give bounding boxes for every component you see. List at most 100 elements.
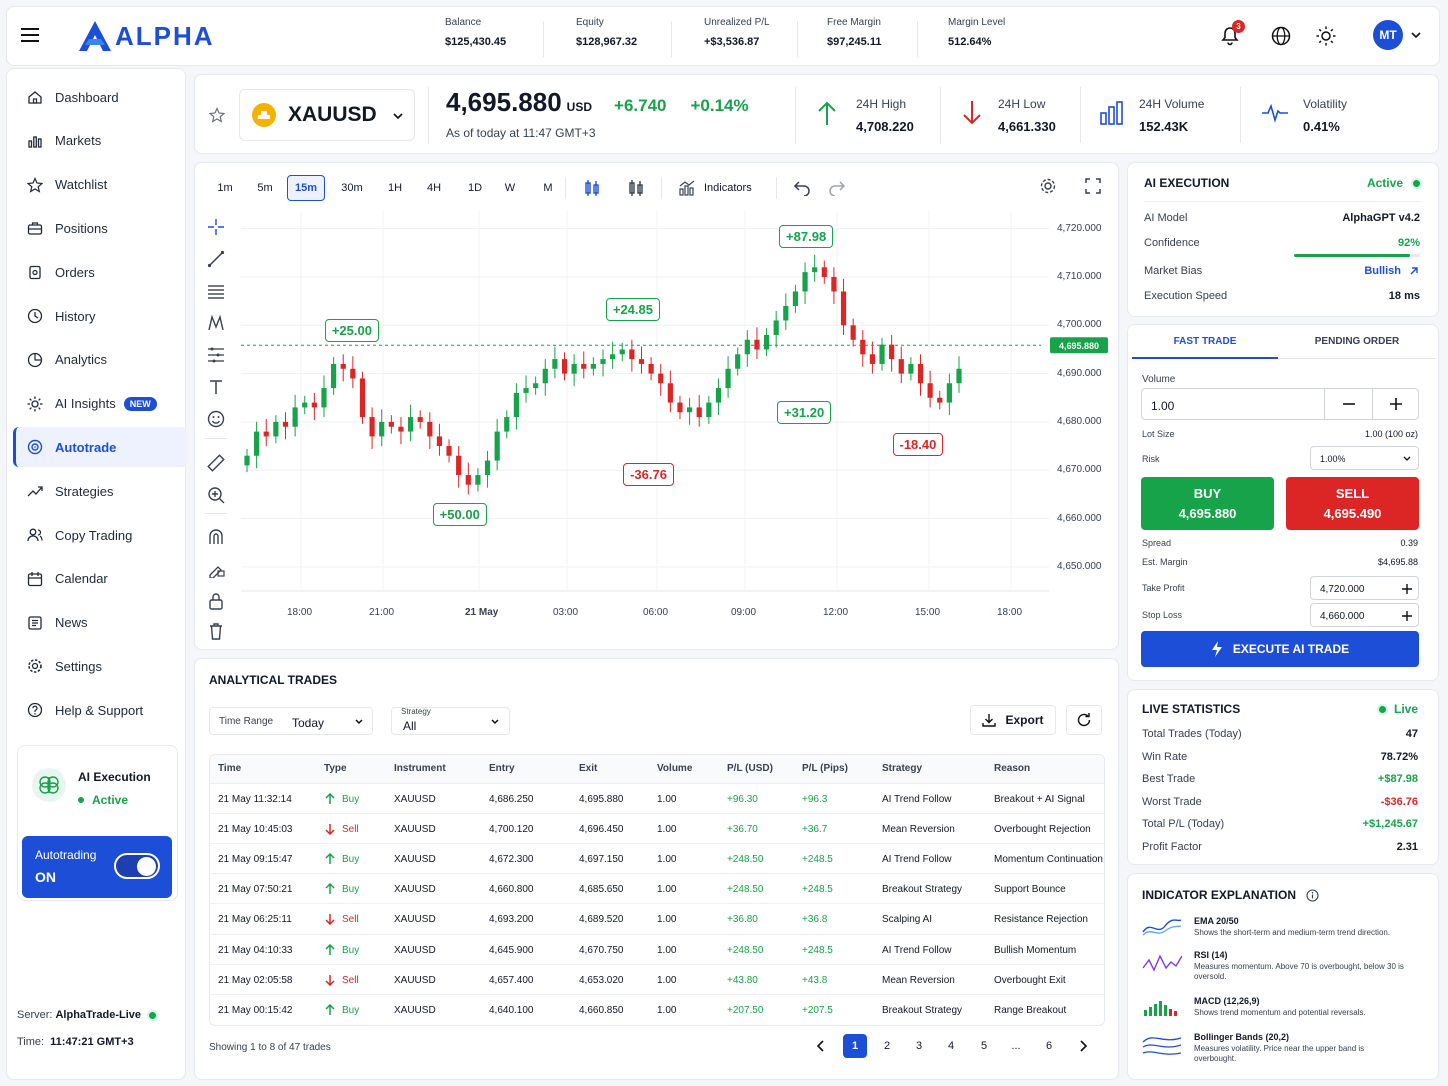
magnet-icon[interactable] [205,526,227,548]
trade-pl-callout[interactable]: -36.76 [623,463,674,487]
table-row[interactable]: 21 May 00:15:42 Buy XAUUSD 4,640.100 4,660.8… [210,993,1104,1024]
table-row[interactable]: 21 May 07:50:21 Buy XAUUSD 4,660.800 4,685.6… [210,873,1104,903]
notification-button[interactable]: 3 [1219,20,1245,50]
sidebar-item-calendar[interactable]: Calendar [13,559,187,599]
trade-pl-callout[interactable]: -18.40 [892,433,944,457]
timeframe-m[interactable]: M [536,175,560,201]
sidebar-item-positions[interactable]: Positions [13,208,187,248]
horizontal-lines-tool-icon[interactable] [205,280,227,302]
table-row[interactable]: 21 May 10:45:03 Sell XAUUSD 4,700.120 4,696.… [210,813,1104,843]
ruler-tool-icon[interactable] [205,452,227,474]
sell-button[interactable]: SELL 4,695.490 [1286,477,1419,530]
trade-pl-callout[interactable]: +31.20 [777,400,832,424]
strategy-filter[interactable]: Strategy All [391,707,510,735]
tab-fast-trade[interactable]: FAST TRADE [1132,325,1278,359]
volume-input[interactable]: 1.00 [1151,399,1174,413]
symbol-selector[interactable]: XAUUSD [239,89,415,141]
info-icon[interactable] [1306,888,1319,902]
column-header[interactable]: Type [324,763,347,774]
sidebar-item-autotrade[interactable]: Autotrade [13,427,187,468]
volume-decrease-button[interactable] [1325,389,1372,419]
lock-drawing-icon[interactable] [205,558,227,580]
lock-icon[interactable] [205,590,227,612]
page-button[interactable]: 4 [939,1034,963,1058]
fullscreen-icon[interactable] [1084,177,1102,198]
sidebar-item-settings[interactable]: Settings [13,646,187,686]
tab-pending-order[interactable]: PENDING ORDER [1278,325,1436,359]
stop-loss-field[interactable]: 4,660.000 [1310,603,1419,627]
page-button[interactable]: 6 [1037,1034,1061,1058]
autotrading-toggle[interactable]: Autotrading ON [22,836,172,898]
take-profit-field[interactable]: 4,720.000 [1310,576,1419,600]
trade-pl-callout[interactable]: +87.98 [779,225,834,249]
timeframe-4h[interactable]: 4H [420,175,448,201]
timeframe-1h[interactable]: 1H [382,175,408,201]
trade-pl-callout[interactable]: +24.85 [605,297,660,321]
sidebar-item-ai-insights[interactable]: AI Insights NEW [13,384,187,424]
menu-icon[interactable] [21,27,41,46]
risk-select[interactable]: 1.00% [1310,446,1419,470]
page-button[interactable]: 1 [843,1034,867,1058]
column-header[interactable]: P/L (USD) [727,763,773,774]
timeframe-1d[interactable]: 1D [461,175,489,201]
pattern-tool-icon[interactable] [205,312,227,334]
table-row[interactable]: 21 May 02:05:58 Sell XAUUSD 4,657.400 4,653.… [210,963,1104,994]
undo-icon[interactable] [793,178,811,199]
language-button[interactable] [1270,25,1292,50]
emoji-tool-icon[interactable] [205,408,227,430]
prev-page-button[interactable] [809,1034,833,1058]
bar-type-icon[interactable] [627,178,645,201]
page-button[interactable]: ... [1004,1034,1028,1058]
column-header[interactable]: Reason [994,763,1030,774]
column-header[interactable]: Strategy [882,763,922,774]
page-button[interactable]: 2 [875,1034,899,1058]
table-row[interactable]: 21 May 06:25:11 Sell XAUUSD 4,693.200 4,689.… [210,903,1104,933]
sidebar-item-help-support[interactable]: Help & Support [13,690,187,730]
crosshair-tool-icon[interactable] [205,216,227,238]
indicators-button[interactable]: Indicators [679,177,752,199]
table-row[interactable]: 21 May 04:10:33 Buy XAUUSD 4,645.900 4,670.7… [210,933,1104,964]
sidebar-item-analytics[interactable]: Analytics [13,340,187,380]
timeframe-w[interactable]: W [499,175,521,201]
plus-icon[interactable] [1402,611,1412,621]
timeframe-15m[interactable]: 15m [287,175,325,201]
sidebar-item-watchlist[interactable]: Watchlist [13,165,187,205]
page-button[interactable]: 3 [907,1034,931,1058]
zoom-in-icon[interactable] [205,484,227,506]
timeframe-1m[interactable]: 1m [209,175,241,201]
redo-icon[interactable] [828,178,846,199]
trade-pl-callout[interactable]: +50.00 [432,502,487,526]
timeframe-5m[interactable]: 5m [249,175,281,201]
toggle-switch[interactable] [114,853,160,879]
user-menu[interactable]: MT [1373,20,1423,50]
trendline-tool-icon[interactable] [205,248,227,270]
price-chart[interactable]: 4,695.880 [241,211,1111,631]
volume-increase-button[interactable] [1373,389,1419,419]
sidebar-item-markets[interactable]: Markets [13,121,187,161]
sidebar-item-history[interactable]: History [13,296,187,336]
column-header[interactable]: Exit [579,763,597,774]
column-header[interactable]: P/L (Pips) [802,763,848,774]
plus-icon[interactable] [1402,584,1412,594]
text-tool-icon[interactable] [205,376,227,398]
sidebar-item-news[interactable]: News [13,603,187,643]
page-button[interactable]: 5 [972,1034,996,1058]
export-button[interactable]: Export [970,705,1056,735]
timeframe-30m[interactable]: 30m [334,175,370,201]
sidebar-item-orders[interactable]: Orders [13,252,187,292]
execute-ai-trade-button[interactable]: EXECUTE AI TRADE [1141,631,1419,667]
theme-toggle-button[interactable] [1315,25,1337,50]
fibonacci-tool-icon[interactable] [205,344,227,366]
chart-settings-icon[interactable] [1039,177,1057,198]
candlestick-type-icon[interactable] [583,178,601,201]
sidebar-item-dashboard[interactable]: Dashboard [13,77,187,117]
refresh-button[interactable] [1066,705,1102,735]
time-range-filter[interactable]: Time Range Today [209,707,373,735]
brand-logo[interactable]: ALPHA [77,19,215,53]
trash-icon[interactable] [205,620,227,642]
table-row[interactable]: 21 May 11:32:14 Buy XAUUSD 4,686.250 4,695.8… [210,783,1104,813]
buy-button[interactable]: BUY 4,695.880 [1141,477,1274,530]
column-header[interactable]: Entry [489,763,515,774]
table-row[interactable]: 21 May 09:15:47 Buy XAUUSD 4,672.300 4,697.1… [210,843,1104,873]
trade-pl-callout[interactable]: +25.00 [324,319,379,343]
